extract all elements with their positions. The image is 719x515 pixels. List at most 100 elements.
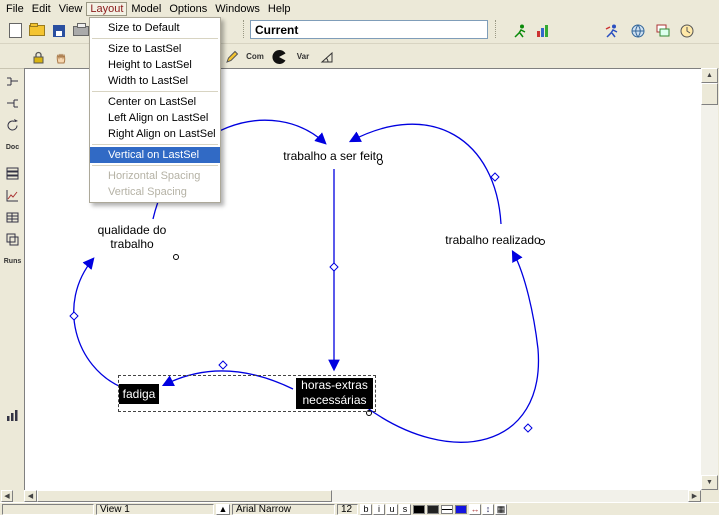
comment-tool[interactable]: Com (243, 45, 267, 68)
status-panel-blank (2, 504, 94, 515)
underline-button[interactable]: u (386, 504, 398, 515)
output-windows-button[interactable] (651, 19, 675, 42)
view-name-panel[interactable]: View 1 (96, 504, 214, 515)
runs-compare-button[interactable] (1, 228, 24, 250)
move-tool[interactable] (49, 45, 73, 68)
uses-tree-button[interactable] (1, 92, 24, 114)
time-axis-button[interactable] (675, 19, 699, 42)
loops-icon (5, 118, 20, 133)
line-style-swatch[interactable] (441, 505, 453, 514)
menu-item-width-to-lastsel[interactable]: Width to LastSel (90, 73, 220, 89)
sensitivity-run-button[interactable] (531, 19, 555, 42)
lock-icon (30, 49, 46, 65)
runs-compare-icon (5, 232, 20, 247)
scrollbar-corner (701, 490, 719, 502)
graph-button[interactable] (1, 184, 24, 206)
menu-item-left-align-on-lastsel[interactable]: Left Align on LastSel (90, 110, 220, 126)
menu-model[interactable]: Model (127, 2, 165, 16)
publish-button[interactable] (626, 19, 650, 42)
comment-icon: Com (246, 52, 264, 61)
stats-button[interactable] (1, 404, 24, 426)
line-sample (442, 509, 452, 510)
pacman-icon (271, 49, 287, 65)
menu-edit[interactable]: Edit (28, 2, 55, 16)
variable-horas-extras-necessarias[interactable]: horas-extras necessárias (296, 378, 373, 409)
open-button[interactable] (25, 19, 49, 42)
horizontal-scroll-thumb[interactable] (37, 490, 332, 502)
screens-icon (655, 23, 671, 39)
fill-color-swatch[interactable] (427, 505, 439, 514)
table-icon (5, 210, 20, 225)
delete-tool[interactable] (267, 45, 291, 68)
triangle-icon (319, 49, 335, 65)
menu-layout[interactable]: Layout (86, 2, 127, 16)
layout-menu-popup: Size to Default Size to LastSel Height t… (89, 17, 221, 203)
link-handle-diamond[interactable] (330, 263, 338, 271)
menu-item-right-align-on-lastsel[interactable]: Right Align on LastSel (90, 126, 220, 142)
document-button[interactable]: Doc (1, 136, 24, 158)
link-trabalho-realizado-to-trabalho-a-ser-feito[interactable] (351, 124, 501, 224)
variable-fadiga[interactable]: fadiga (119, 384, 159, 404)
variable-handle[interactable] (174, 255, 179, 260)
save-button[interactable] (47, 19, 71, 42)
strike-button[interactable]: s (399, 504, 411, 515)
menu-item-horizontal-spacing: Horizontal Spacing (90, 168, 220, 184)
lock-tool[interactable] (26, 45, 50, 68)
vertical-scrollbar[interactable]: ▲ ▼ (701, 68, 718, 490)
bold-button[interactable]: b (360, 504, 372, 515)
link-horas-extras-to-trabalho-realizado[interactable] (366, 252, 538, 442)
reference-mode-tool[interactable]: Var (291, 45, 315, 68)
link-handle-diamond[interactable] (219, 361, 227, 369)
merge-tool[interactable] (220, 45, 244, 68)
menu-bar: File Edit View Layout Model Options Wind… (0, 0, 719, 17)
menu-separator (92, 165, 218, 166)
scroll-left-button[interactable]: ◀ (24, 490, 37, 502)
font-size-panel[interactable]: 12 (337, 504, 358, 515)
runs-button[interactable]: Runs (1, 250, 24, 272)
grid-style-button[interactable]: ▦ (495, 504, 507, 515)
scrollbar-left-corner: ◀ (0, 490, 24, 502)
globe-icon (630, 23, 646, 39)
menu-windows[interactable]: Windows (211, 2, 264, 16)
menu-file[interactable]: File (2, 2, 28, 16)
font-name-panel[interactable]: Arial Narrow (232, 504, 335, 515)
game-button[interactable] (600, 19, 624, 42)
causes-tree-button[interactable] (1, 70, 24, 92)
simulation-name-input[interactable] (250, 20, 488, 39)
italic-button[interactable]: i (373, 504, 385, 515)
menu-view[interactable]: View (55, 2, 87, 16)
link-handle-diamond[interactable] (70, 312, 78, 320)
menu-item-vertical-on-lastsel[interactable]: Vertical on LastSel (90, 147, 220, 163)
box-color-swatch[interactable] (455, 505, 467, 514)
variable-trabalho-a-ser-feito[interactable]: trabalho a ser feito (273, 149, 393, 163)
new-button[interactable] (3, 19, 27, 42)
scroll-up-button[interactable]: ▲ (701, 68, 718, 83)
text-color-swatch[interactable] (413, 505, 425, 514)
link-fadiga-to-qualidade[interactable] (74, 259, 121, 387)
equations-tool[interactable] (315, 45, 339, 68)
menu-item-height-to-lastsel[interactable]: Height to LastSel (90, 57, 220, 73)
menu-item-center-on-lastsel[interactable]: Center on LastSel (90, 94, 220, 110)
simulate-button[interactable] (508, 19, 532, 42)
table-button[interactable] (1, 206, 24, 228)
link-handle-diamond[interactable] (524, 424, 532, 432)
menu-separator (92, 91, 218, 92)
arrow-style-button[interactable]: ↔ (469, 504, 481, 515)
view-spin-button[interactable]: ▲ (216, 504, 230, 515)
vertical-scroll-thumb[interactable] (701, 83, 718, 105)
loops-button[interactable] (1, 114, 24, 136)
menu-help[interactable]: Help (264, 2, 295, 16)
page-back-button[interactable]: ◀ (1, 490, 13, 502)
toolbar-separator (243, 20, 244, 38)
menu-item-size-to-lastsel[interactable]: Size to LastSel (90, 41, 220, 57)
variable-trabalho-realizado[interactable]: trabalho realizado (434, 233, 552, 247)
causes-strip-icon (5, 166, 20, 181)
causes-strip-button[interactable] (1, 162, 24, 184)
scroll-down-button[interactable]: ▼ (701, 475, 718, 490)
menu-item-size-to-default[interactable]: Size to Default (90, 20, 220, 36)
variable-qualidade-do-trabalho[interactable]: qualidade do trabalho (82, 223, 182, 251)
menu-options[interactable]: Options (165, 2, 211, 16)
scroll-right-button[interactable]: ▶ (688, 490, 701, 502)
horizontal-scrollbar[interactable]: ◀ ▶ (24, 490, 701, 502)
align-style-button[interactable]: ↕ (482, 504, 494, 515)
